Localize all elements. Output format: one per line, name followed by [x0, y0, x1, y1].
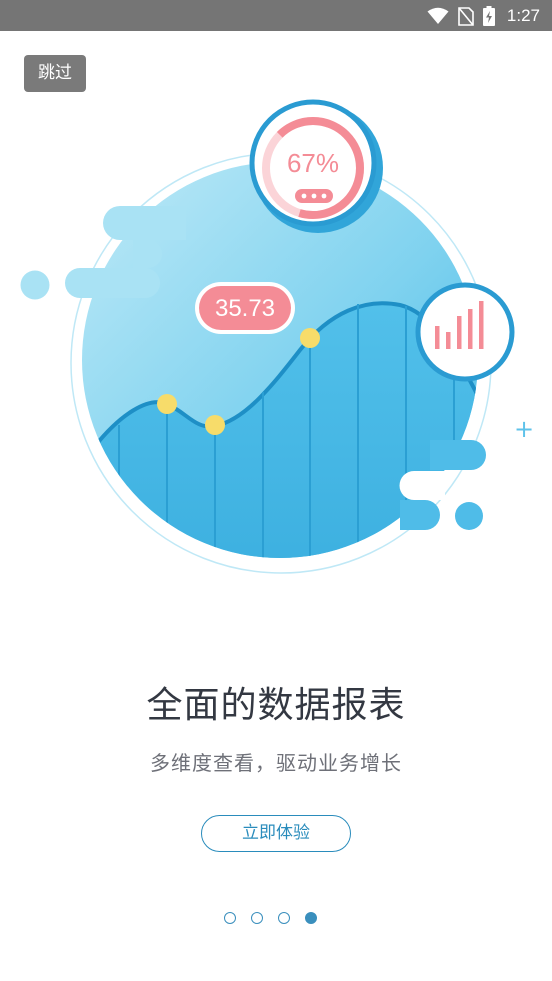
- chart-marker: [157, 394, 177, 414]
- page-dot[interactable]: [251, 912, 263, 924]
- page-indicator: [224, 912, 317, 928]
- plus-icon: +: [514, 415, 534, 443]
- bar-chart-badge: [415, 282, 515, 382]
- status-bar: 1:27: [0, 0, 552, 31]
- headline: 全面的数据报表: [146, 685, 406, 726]
- status-icons: 1:27: [427, 5, 540, 27]
- chart-marker: [205, 415, 225, 435]
- page-dot[interactable]: [278, 912, 290, 924]
- illustration: 67% 35.73 +: [20, 99, 534, 574]
- no-sim-icon: [458, 6, 474, 26]
- page-dot[interactable]: [224, 912, 236, 924]
- start-experience-button[interactable]: 立即体验: [201, 815, 351, 852]
- page-dot-active[interactable]: [305, 912, 317, 924]
- value-badge-label: 35.73: [215, 295, 275, 322]
- battery-charging-icon: [482, 6, 495, 26]
- subline: 多维度查看，驱动业务增长: [150, 751, 402, 775]
- chart-marker: [300, 328, 320, 348]
- status-time: 1:27: [506, 6, 540, 25]
- value-badge: 35.73: [195, 282, 295, 334]
- wifi-icon: [427, 7, 449, 25]
- gauge-percent-label: 67%: [287, 148, 339, 178]
